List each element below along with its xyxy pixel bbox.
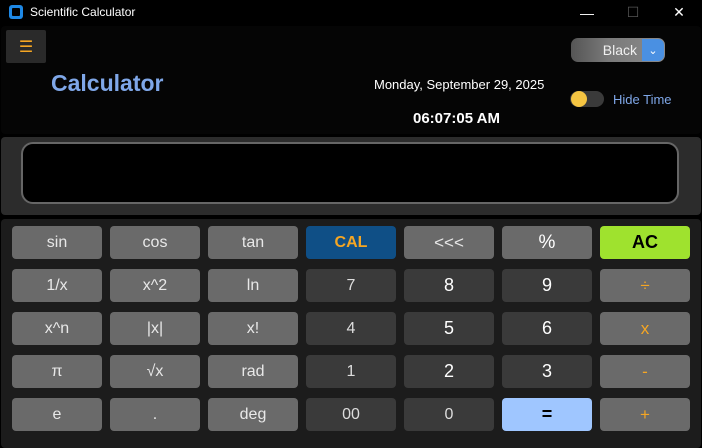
digit-2-button[interactable]: 2 — [404, 355, 494, 388]
ln-button[interactable]: ln — [208, 269, 298, 302]
digit-9-button[interactable]: 9 — [502, 269, 592, 302]
power-button[interactable]: x^n — [12, 312, 102, 345]
time-label: 06:07:05 AM — [413, 110, 500, 127]
sin-button[interactable]: sin — [12, 226, 102, 259]
maximize-button[interactable]: ☐ — [610, 0, 656, 25]
date-label: Monday, September 29, 2025 — [374, 77, 545, 92]
absolute-value-button[interactable]: |x| — [110, 312, 200, 345]
window-title: Scientific Calculator — [30, 5, 136, 19]
radians-button[interactable]: rad — [208, 355, 298, 388]
factorial-button[interactable]: x! — [208, 312, 298, 345]
digit-7-button[interactable]: 7 — [306, 269, 396, 302]
title-bar: Scientific Calculator — ☐ ✕ — [0, 0, 702, 25]
cos-button[interactable]: cos — [110, 226, 200, 259]
chevron-down-icon[interactable]: ⌄ — [642, 39, 664, 61]
cal-button[interactable]: CAL — [306, 226, 396, 259]
digit-4-button[interactable]: 4 — [306, 312, 396, 345]
decimal-point-button[interactable]: . — [110, 398, 200, 431]
equals-button[interactable]: = — [502, 398, 592, 431]
app-title: Calculator — [51, 70, 164, 96]
theme-selected-value: Black — [602, 42, 637, 58]
theme-select[interactable]: Black ⌄ — [571, 38, 665, 62]
digit-5-button[interactable]: 5 — [404, 312, 494, 345]
menu-button[interactable]: ☰ — [6, 30, 46, 63]
minimize-button[interactable]: — — [564, 0, 610, 25]
display-field[interactable] — [21, 142, 679, 204]
clear-all-button[interactable]: AC — [600, 226, 690, 259]
time-toggle-label[interactable]: Hide Time — [613, 92, 672, 107]
hamburger-icon: ☰ — [18, 38, 34, 56]
time-toggle-switch[interactable] — [570, 91, 604, 107]
divide-button[interactable]: ÷ — [600, 269, 690, 302]
square-root-button[interactable]: √x — [110, 355, 200, 388]
digit-8-button[interactable]: 8 — [404, 269, 494, 302]
app-icon — [9, 5, 23, 19]
pi-button[interactable]: π — [12, 355, 102, 388]
euler-button[interactable]: e — [12, 398, 102, 431]
square-button[interactable]: x^2 — [110, 269, 200, 302]
backspace-button[interactable]: <<< — [404, 226, 494, 259]
digit-0-button[interactable]: 0 — [404, 398, 494, 431]
tan-button[interactable]: tan — [208, 226, 298, 259]
double-zero-button[interactable]: 00 — [306, 398, 396, 431]
add-button[interactable]: + — [600, 398, 690, 431]
digit-3-button[interactable]: 3 — [502, 355, 592, 388]
digit-6-button[interactable]: 6 — [502, 312, 592, 345]
digit-1-button[interactable]: 1 — [306, 355, 396, 388]
percent-button[interactable]: % — [502, 226, 592, 259]
reciprocal-button[interactable]: 1/x — [12, 269, 102, 302]
subtract-button[interactable]: - — [600, 355, 690, 388]
toggle-knob — [571, 91, 587, 107]
multiply-button[interactable]: x — [600, 312, 690, 345]
degrees-button[interactable]: deg — [208, 398, 298, 431]
close-button[interactable]: ✕ — [656, 0, 702, 25]
